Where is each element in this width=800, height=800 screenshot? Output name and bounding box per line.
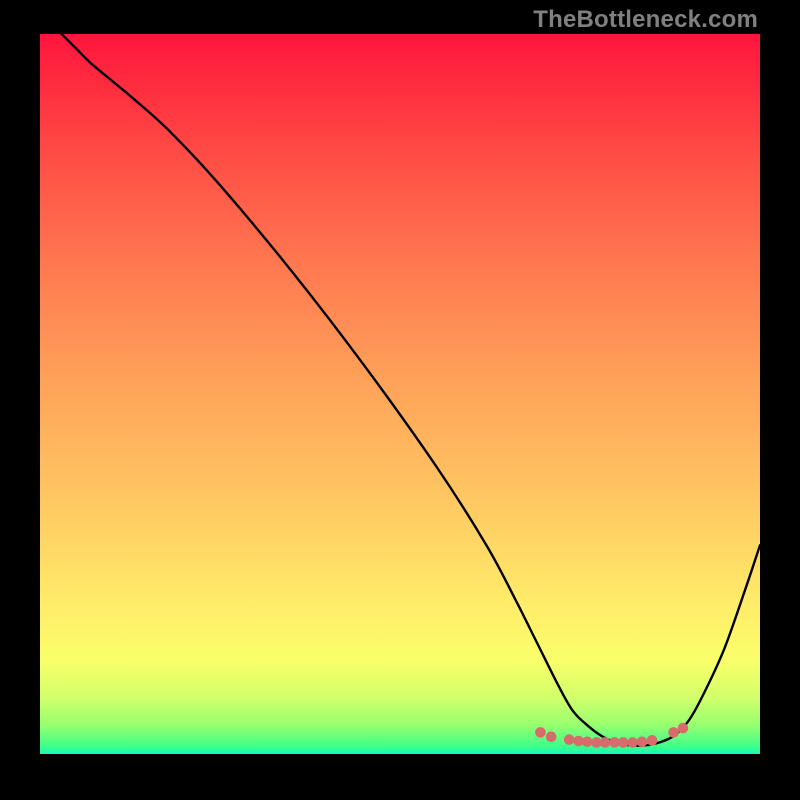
marker-dots [535,723,688,748]
marker-dot [535,727,546,738]
watermark-text: TheBottleneck.com [533,6,758,34]
marker-dot [618,737,629,748]
marker-dot [647,735,658,746]
marker-dot [668,727,679,738]
marker-dot [546,731,557,742]
marker-dot [564,734,575,745]
marker-dot [637,736,648,747]
marker-dot [582,736,593,747]
dots-svg [40,34,760,754]
marker-dot [600,737,611,748]
marker-dot [678,723,689,734]
marker-dot [627,737,638,748]
